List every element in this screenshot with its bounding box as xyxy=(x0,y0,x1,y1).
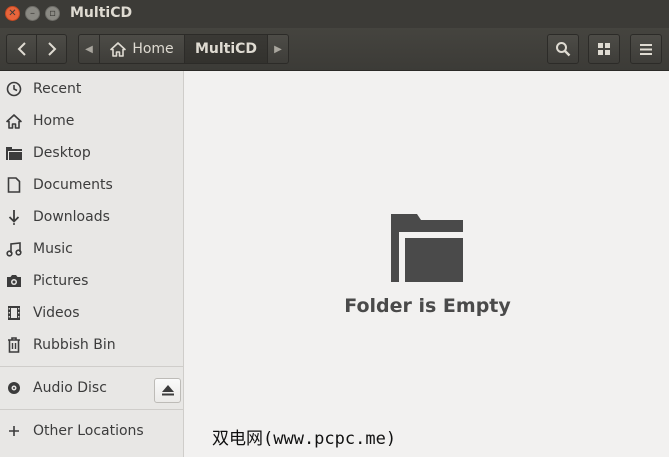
path-home-label: Home xyxy=(132,41,174,57)
back-button[interactable] xyxy=(6,34,37,64)
path-scroll-left-button[interactable]: ◀ xyxy=(78,34,100,64)
sidebar-item-desktop[interactable]: Desktop xyxy=(0,138,183,168)
view-toggle-button[interactable] xyxy=(588,34,620,64)
empty-folder-message: Folder is Empty xyxy=(344,295,511,317)
file-view[interactable]: Folder is Empty xyxy=(186,71,669,457)
sidebar: Recent Home Desktop Documents Downloads … xyxy=(0,71,184,457)
minimize-icon: – xyxy=(30,7,35,19)
triangle-right-icon: ▶ xyxy=(274,43,282,55)
menu-button[interactable] xyxy=(630,34,662,64)
sidebar-item-label: Home xyxy=(33,113,75,129)
close-window-button[interactable]: ✕ xyxy=(5,6,20,21)
sidebar-item-label: Downloads xyxy=(33,209,110,225)
sidebar-divider xyxy=(0,409,183,410)
sidebar-item-music[interactable]: Music xyxy=(0,234,183,264)
sidebar-item-label: Rubbish Bin xyxy=(33,337,116,353)
title-bar: ✕ – ▫ MultiCD xyxy=(0,0,669,28)
folder-icon xyxy=(391,214,465,282)
hamburger-icon xyxy=(640,43,652,55)
sidebar-item-pictures[interactable]: Pictures xyxy=(0,266,183,296)
sidebar-item-label: Other Locations xyxy=(33,423,144,439)
grid-icon xyxy=(598,43,610,55)
header-bar: ◀ Home MultiCD ▶ xyxy=(0,28,669,71)
document-icon xyxy=(6,177,22,193)
sidebar-item-label: Audio Disc xyxy=(33,380,107,396)
camera-icon xyxy=(6,273,22,289)
sidebar-item-label: Videos xyxy=(33,305,80,321)
watermark-text: 双电网(www.pcpc.me) xyxy=(212,429,397,449)
clock-icon xyxy=(6,81,22,97)
triangle-left-icon: ◀ xyxy=(85,43,93,55)
sidebar-item-other-locations[interactable]: Other Locations xyxy=(0,416,183,446)
path-scroll-right-button[interactable]: ▶ xyxy=(267,34,289,64)
sidebar-item-rubbish-bin[interactable]: Rubbish Bin xyxy=(0,330,183,360)
eject-icon xyxy=(161,385,174,396)
eject-button[interactable] xyxy=(154,378,181,403)
video-icon xyxy=(6,305,22,321)
sidebar-item-label: Documents xyxy=(33,177,113,193)
trash-icon xyxy=(6,337,22,353)
home-icon xyxy=(110,41,127,57)
close-icon: ✕ xyxy=(8,7,17,19)
sidebar-item-videos[interactable]: Videos xyxy=(0,298,183,328)
window-title: MultiCD xyxy=(70,5,133,21)
sidebar-divider xyxy=(0,366,183,367)
sidebar-item-downloads[interactable]: Downloads xyxy=(0,202,183,232)
minimize-window-button[interactable]: – xyxy=(25,6,40,21)
sidebar-item-recent[interactable]: Recent xyxy=(0,74,183,104)
music-icon xyxy=(6,241,22,257)
maximize-window-button[interactable]: ▫ xyxy=(45,6,60,21)
home-icon xyxy=(6,113,22,129)
sidebar-item-label: Recent xyxy=(33,81,82,97)
search-icon xyxy=(556,42,571,57)
path-item-home[interactable]: Home xyxy=(99,34,185,64)
sidebar-item-audio-disc[interactable]: Audio Disc xyxy=(0,373,183,403)
disc-icon xyxy=(6,380,22,396)
path-current-label: MultiCD xyxy=(194,41,258,57)
sidebar-item-documents[interactable]: Documents xyxy=(0,170,183,200)
chevron-left-icon xyxy=(17,42,26,56)
folder-icon xyxy=(6,145,22,161)
sidebar-item-home[interactable]: Home xyxy=(0,106,183,136)
chevron-right-icon xyxy=(47,42,56,56)
sidebar-item-label: Desktop xyxy=(33,145,91,161)
sidebar-item-label: Music xyxy=(33,241,73,257)
forward-button[interactable] xyxy=(36,34,67,64)
path-item-current[interactable]: MultiCD xyxy=(184,34,268,64)
search-button[interactable] xyxy=(547,34,579,64)
download-icon xyxy=(6,209,22,225)
sidebar-item-label: Pictures xyxy=(33,273,89,289)
maximize-icon: ▫ xyxy=(49,7,56,19)
plus-icon xyxy=(6,423,22,439)
